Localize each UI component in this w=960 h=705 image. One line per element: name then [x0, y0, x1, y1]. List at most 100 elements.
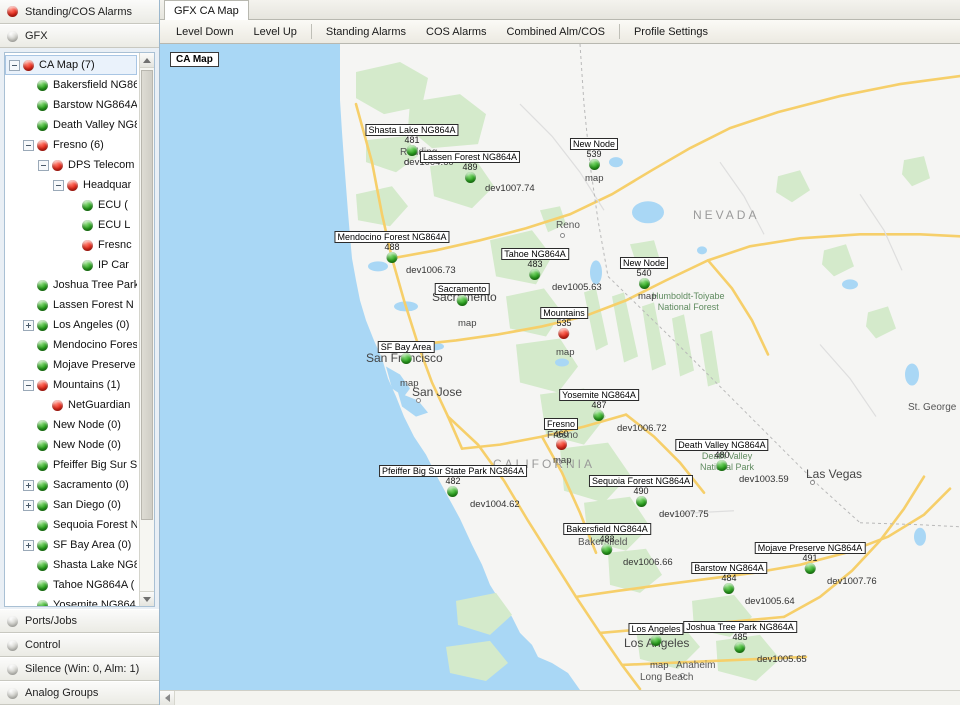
toolbar-button-standing-alarms[interactable]: Standing Alarms	[316, 21, 416, 43]
ok-marker-icon[interactable]	[457, 295, 468, 306]
scroll-up-button[interactable]	[140, 53, 154, 68]
tree-node[interactable]: Pfeiffer Big Sur S	[5, 455, 139, 475]
map-marker[interactable]: Mountains535	[540, 307, 588, 339]
tree-node[interactable]: Shasta Lake NG8	[5, 555, 139, 575]
map-viewport[interactable]: CA Map NEVADACALIFORNIAReddingRenoSacram…	[160, 44, 960, 690]
ok-marker-icon[interactable]	[639, 278, 650, 289]
tree-node[interactable]: Mountains (1)	[5, 375, 139, 395]
tree-node[interactable]: Mojave Preserve	[5, 355, 139, 375]
collapse-icon[interactable]	[53, 180, 64, 191]
ok-marker-icon[interactable]	[636, 496, 647, 507]
tab-gfx-ca-map[interactable]: GFX CA Map	[164, 0, 249, 20]
tree-node[interactable]: Bakersfield NG86	[5, 75, 139, 95]
tree-node[interactable]: CA Map (7)	[5, 55, 137, 75]
tree-vertical-scrollbar[interactable]	[139, 53, 154, 606]
map-marker[interactable]: Bakersfield NG864A483	[563, 523, 651, 555]
sidebar-panel-analog-groups[interactable]: Analog Groups	[0, 681, 159, 705]
tree-node[interactable]: Mendocino Fores	[5, 335, 139, 355]
map-marker[interactable]: Barstow NG864A484	[691, 562, 767, 594]
tree-node[interactable]: New Node (0)	[5, 435, 139, 455]
ok-marker-icon[interactable]	[650, 635, 661, 646]
collapse-icon[interactable]	[9, 60, 20, 71]
map-marker[interactable]: Mojave Preserve NG864A491	[755, 542, 866, 574]
map-marker-label[interactable]: Los Angeles	[628, 623, 683, 635]
map-marker[interactable]: Mendocino Forest NG864A488	[334, 231, 449, 263]
tree-node[interactable]: Los Angeles (0)	[5, 315, 139, 335]
collapse-icon[interactable]	[23, 380, 34, 391]
ok-marker-icon[interactable]	[735, 642, 746, 653]
collapse-icon[interactable]	[23, 140, 34, 151]
toolbar-button-combined-alm-cos[interactable]: Combined Alm/COS	[497, 21, 615, 43]
sidebar-panel-ports-jobs[interactable]: Ports/Jobs	[0, 609, 159, 633]
tree-node[interactable]: Tahoe NG864A (	[5, 575, 139, 595]
tree-node[interactable]: ECU (	[5, 195, 139, 215]
ok-marker-icon[interactable]	[465, 172, 476, 183]
tree-node[interactable]: Barstow NG864A	[5, 95, 139, 115]
tree-node[interactable]: SF Bay Area (0)	[5, 535, 139, 555]
tree-node[interactable]: Sacramento (0)	[5, 475, 139, 495]
ok-marker-icon[interactable]	[589, 159, 600, 170]
tree-node[interactable]: Fresnc	[5, 235, 139, 255]
toolbar-button-level-up[interactable]: Level Up	[243, 21, 306, 43]
tree-list[interactable]: CA Map (7)Bakersfield NG86Barstow NG864A…	[5, 53, 139, 606]
ok-marker-icon[interactable]	[716, 460, 727, 471]
tree-node[interactable]: IP Car	[5, 255, 139, 275]
ok-marker-icon[interactable]	[724, 583, 735, 594]
toolbar-button-level-down[interactable]: Level Down	[166, 21, 243, 43]
expand-icon[interactable]	[23, 540, 34, 551]
tree-node[interactable]: New Node (0)	[5, 415, 139, 435]
map-marker[interactable]: Death Valley NG864A480	[675, 439, 768, 471]
map-marker[interactable]: Joshua Tree Park NG864A485	[683, 621, 797, 653]
tree-node[interactable]: Fresno (6)	[5, 135, 139, 155]
map-marker[interactable]: Lassen Forest NG864A489	[420, 151, 520, 183]
ok-marker-icon[interactable]	[594, 410, 605, 421]
map-marker[interactable]: Sequoia Forest NG864A490	[589, 475, 693, 507]
ok-marker-icon[interactable]	[387, 252, 398, 263]
map-marker[interactable]: Los Angeles	[628, 623, 683, 646]
map-marker[interactable]: Fresno460	[544, 418, 578, 450]
tree-node[interactable]: DPS Telecom	[5, 155, 139, 175]
expand-icon[interactable]	[23, 320, 34, 331]
ok-marker-icon[interactable]	[407, 145, 418, 156]
tree-node[interactable]: Yosemite NG864	[5, 595, 139, 606]
tree-node[interactable]: Lassen Forest N	[5, 295, 139, 315]
scroll-down-button[interactable]	[140, 591, 154, 606]
sidebar-panel-standing-cos-alarms[interactable]: Standing/COS Alarms	[0, 0, 159, 24]
toolbar-button-cos-alarms[interactable]: COS Alarms	[416, 21, 497, 43]
ok-marker-icon[interactable]	[529, 269, 540, 280]
tree-node[interactable]: NetGuardian	[5, 395, 139, 415]
sidebar-panel-gfx[interactable]: GFX	[0, 24, 159, 48]
map-marker[interactable]: Yosemite NG864A487	[559, 389, 639, 421]
tree-node[interactable]: Death Valley NG8	[5, 115, 139, 135]
map-marker[interactable]: Pfeiffer Big Sur State Park NG864A482	[379, 465, 527, 497]
map-marker[interactable]: New Node539	[570, 138, 618, 170]
map-marker[interactable]: SF Bay Area	[378, 341, 435, 364]
map-marker[interactable]: Tahoe NG864A483	[501, 248, 569, 280]
ok-marker-icon[interactable]	[448, 486, 459, 497]
tree-node[interactable]: ECU L	[5, 215, 139, 235]
expand-icon[interactable]	[23, 500, 34, 511]
tree-node[interactable]: San Diego (0)	[5, 495, 139, 515]
ok-marker-icon[interactable]	[804, 563, 815, 574]
tree-node[interactable]: Sequoia Forest N	[5, 515, 139, 535]
scroll-left-button[interactable]	[160, 691, 175, 705]
map-marker-label[interactable]: SF Bay Area	[378, 341, 435, 353]
ok-marker-icon[interactable]	[601, 544, 612, 555]
expand-icon[interactable]	[23, 480, 34, 491]
scroll-track[interactable]	[140, 68, 154, 591]
alarm-marker-icon[interactable]	[559, 328, 570, 339]
ok-marker-icon[interactable]	[401, 353, 412, 364]
tree-node[interactable]: Headquar	[5, 175, 139, 195]
map-marker[interactable]: Sacramento	[435, 283, 490, 306]
collapse-icon[interactable]	[38, 160, 49, 171]
map-horizontal-scrollbar[interactable]	[160, 690, 960, 705]
tree-node[interactable]: Joshua Tree Park	[5, 275, 139, 295]
map-marker[interactable]: New Node540	[620, 257, 668, 289]
map-marker-label[interactable]: Sacramento	[435, 283, 490, 295]
sidebar-panel-silence-win-0-alm-1[interactable]: Silence (Win: 0, Alm: 1)	[0, 657, 159, 681]
toolbar-button-profile-settings[interactable]: Profile Settings	[624, 21, 718, 43]
scroll-track[interactable]	[175, 691, 960, 705]
sidebar-panel-control[interactable]: Control	[0, 633, 159, 657]
scroll-thumb[interactable]	[141, 70, 153, 520]
alarm-marker-icon[interactable]	[555, 439, 566, 450]
